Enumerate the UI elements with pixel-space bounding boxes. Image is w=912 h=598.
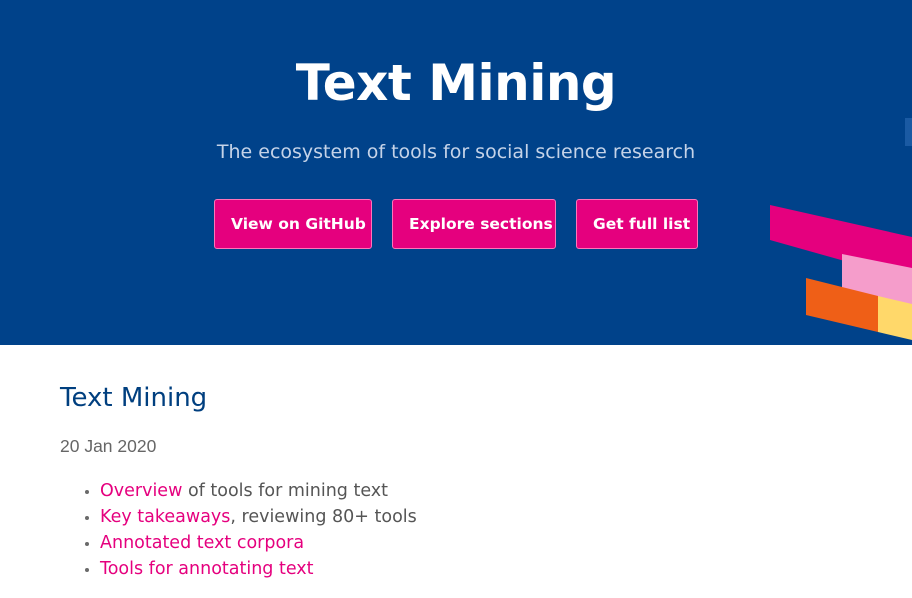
stripe-orange	[806, 278, 878, 332]
overview-link[interactable]: Overview	[100, 481, 182, 501]
explore-sections-button[interactable]: Explore sections	[392, 199, 556, 249]
hero-subtitle: The ecosystem of tools for social scienc…	[216, 141, 696, 163]
list-item-text: , reviewing 80+ tools	[230, 507, 417, 527]
view-on-github-button[interactable]: View on GitHub	[214, 199, 372, 249]
hero-banner: Text Mining The ecosystem of tools for s…	[0, 0, 912, 345]
stripe-light-pink	[842, 254, 912, 305]
list-item: Annotated text corpora	[100, 530, 417, 556]
list-item: Key takeaways, reviewing 80+ tools	[100, 504, 417, 530]
post-date: 20 Jan 2020	[60, 436, 157, 456]
stripe-yellow	[878, 296, 912, 340]
hero-title: Text Mining	[295, 54, 617, 112]
key-takeaways-link[interactable]: Key takeaways	[100, 507, 230, 527]
hero-button-group: View on GitHub Explore sections Get full…	[0, 199, 912, 249]
list-item: Tools for annotating text	[100, 556, 417, 582]
tools-for-annotating-text-link[interactable]: Tools for annotating text	[100, 559, 314, 579]
annotated-text-corpora-link[interactable]: Annotated text corpora	[100, 533, 304, 553]
table-of-contents: Overview of tools for mining text Key ta…	[60, 478, 417, 582]
list-item: Overview of tools for mining text	[100, 478, 417, 504]
post-title: Text Mining	[60, 383, 208, 413]
get-full-list-button[interactable]: Get full list	[576, 199, 698, 249]
list-item-text: of tools for mining text	[182, 481, 388, 501]
